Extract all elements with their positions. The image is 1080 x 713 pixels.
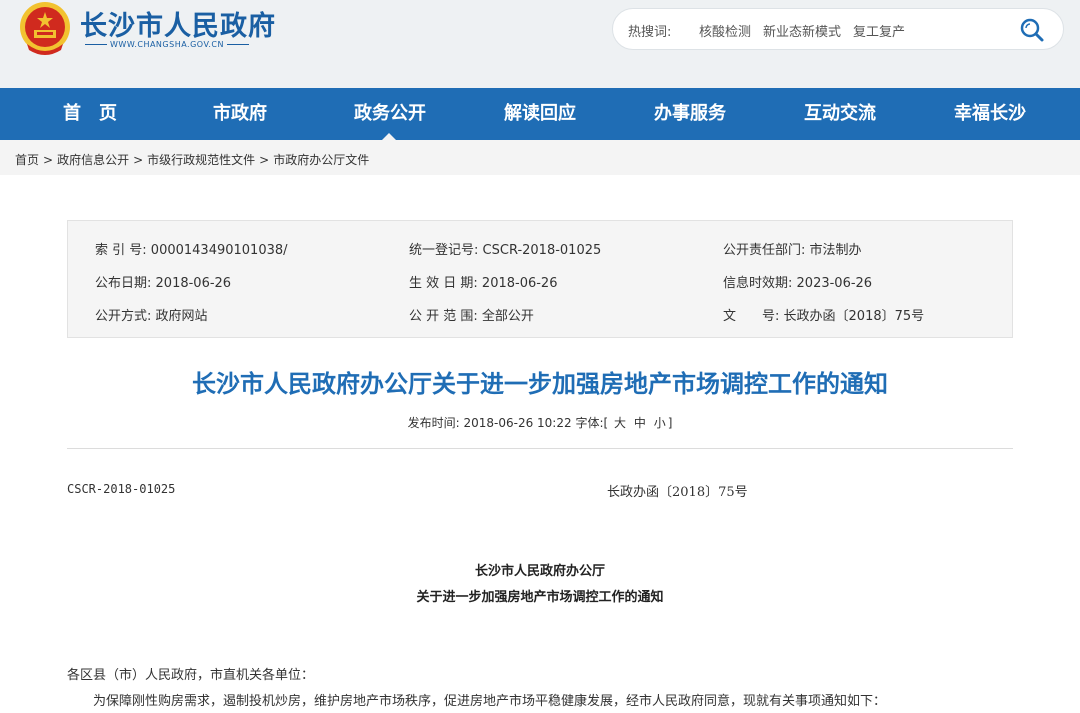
site-title[interactable]: 长沙市人民政府 [80,4,276,43]
article-title: 长沙市人民政府办公厅关于进一步加强房地产市场调控工作的通知 [192,370,888,398]
site-header: 长沙市人民政府 WWW.CHANGSHA.GOV.CN 热搜词: 核酸检测 新业态… [0,0,1080,88]
site-url: WWW.CHANGSHA.GOV.CN [82,40,282,49]
body-reg-code: CSCR-2018-01025 [67,482,176,496]
body-paragraph: 为保障刚性购房需求，遏制投机炒房，维护房地产市场秩序，促进房地产市场平稳健康发展… [93,694,887,709]
breadcrumb: 首页 > 政府信息公开 > 市级行政规范性文件 > 市政府办公厅文件 [15,151,369,168]
breadcrumb-separator: > [43,153,54,167]
info-reg-no: 统一登记号: CSCR-2018-01025 [409,243,602,258]
breadcrumb-office-docs[interactable]: 市政府办公厅文件 [273,153,369,167]
hot-term[interactable]: 新业态新模式 [763,25,841,40]
breadcrumb-separator: > [259,153,270,167]
publish-time-label: 发布时间: [407,416,460,430]
font-size-medium-button[interactable]: 中 [634,416,646,430]
nav-city-gov[interactable]: 市政府 [185,88,295,140]
info-index-no: 索 引 号: 0000143490101038/ [95,243,288,258]
breadcrumb-gov-info[interactable]: 政府信息公开 [57,153,129,167]
title-divider [67,448,1013,449]
info-scope: 公 开 范 围: 全部公开 [409,309,534,324]
hot-term[interactable]: 核酸检测 [699,25,751,40]
hot-search-terms: 核酸检测 新业态新模式 复工复产 [699,21,917,40]
breadcrumb-bar: 首页 > 政府信息公开 > 市级行政规范性文件 > 市政府办公厅文件 [0,140,1080,175]
body-heading-issuer: 长沙市人民政府办公厅 [474,564,605,579]
search-box[interactable]: 热搜词: 核酸检测 新业态新模式 复工复产 [612,8,1064,50]
font-size-label: 字体: [575,416,604,430]
nav-services[interactable]: 办事服务 [635,88,745,140]
active-nav-pointer [382,133,396,140]
body-salutation: 各区县（市）人民政府，市直机关各单位： [67,668,315,683]
national-emblem-icon[interactable] [17,0,73,58]
main-nav: 首 页 市政府 政务公开 解读回应 办事服务 互动交流 幸福长沙 [0,88,1080,140]
info-dept: 公开责任部门: 市法制办 [723,243,862,258]
info-valid-period: 信息时效期: 2023-06-26 [723,276,873,291]
font-size-large-button[interactable]: 大 [614,416,626,430]
hot-term[interactable]: 复工复产 [853,25,905,40]
info-eff-date: 生 效 日 期: 2018-06-26 [409,276,558,291]
info-doc-no: 文 号: 长政办函〔2018〕75号 [723,309,925,324]
info-pub-date: 公布日期: 2018-06-26 [95,276,232,291]
breadcrumb-normative-docs[interactable]: 市级行政规范性文件 [147,153,255,167]
document-info-table: 索 引 号: 0000143490101038/ 统一登记号: CSCR-201… [67,220,1013,338]
breadcrumb-separator: > [133,153,144,167]
info-method: 公开方式: 政府网站 [95,309,208,324]
nav-happy-changsha[interactable]: 幸福长沙 [935,88,1045,140]
article-meta: 发布时间: 2018-06-26 10:22 字体:[ 大 中 小] [407,416,673,430]
publish-time: 2018-06-26 10:22 [463,416,572,430]
breadcrumb-home[interactable]: 首页 [15,153,39,167]
font-size-small-button[interactable]: 小 [654,416,666,430]
hot-search-label: 热搜词: [628,25,672,40]
nav-interaction[interactable]: 互动交流 [785,88,895,140]
body-heading-subject: 关于进一步加强房地产市场调控工作的通知 [416,590,664,605]
search-icon[interactable] [1017,15,1047,45]
nav-interpretation[interactable]: 解读回应 [485,88,595,140]
nav-home[interactable]: 首 页 [35,88,145,140]
body-doc-number: 长政办函〔2018〕75号 [607,485,748,500]
